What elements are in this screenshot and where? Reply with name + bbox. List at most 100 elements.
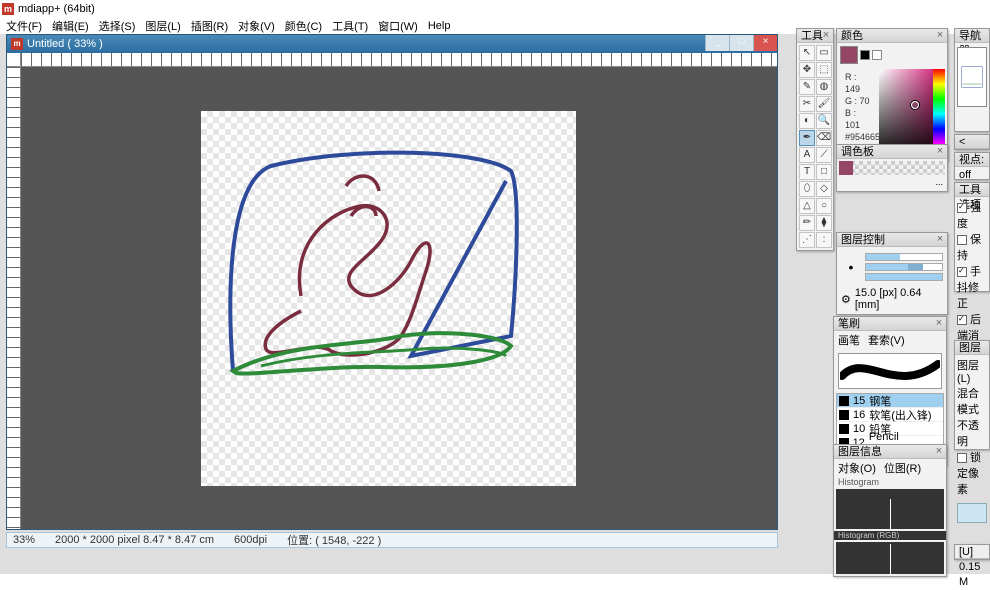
menu-help[interactable]: Help (428, 20, 451, 32)
menu-object[interactable]: 对象(V) (238, 18, 275, 34)
tool-8[interactable]: ◐ (799, 113, 815, 129)
sv-ring[interactable] (911, 101, 919, 109)
brush-size-gear-icon[interactable]: ⚙ (841, 293, 851, 306)
tool-3[interactable]: ⬚ (816, 62, 832, 78)
tool-16[interactable]: ⬯ (799, 181, 815, 197)
window-maximize[interactable]: □ (729, 35, 753, 51)
window-close[interactable]: × (753, 35, 777, 51)
layers2-blend[interactable]: 混合模式 (957, 385, 987, 417)
brushctl-panel[interactable]: < Brush (954, 134, 990, 150)
layerinfo-title: 图层信息 (838, 446, 882, 458)
layers2-title: 图层 (959, 342, 981, 354)
ruler-corner (7, 53, 21, 67)
menu-layer[interactable]: 图层(L) (145, 18, 180, 34)
document-window: m Untitled ( 33% ) _ □ × (6, 34, 778, 530)
color-panel-header[interactable]: 颜色 × (837, 29, 947, 43)
toolopt-panel[interactable]: 工具选项 强度 保持 手抖修正 后端消锯 遮盖保护 (954, 182, 990, 292)
close-icon[interactable]: × (821, 30, 831, 40)
navigator-panel[interactable]: 导航器 (954, 28, 990, 132)
tool-17[interactable]: ◇ (816, 181, 832, 197)
viewopt-panel[interactable]: 视点: off (954, 152, 990, 180)
menu-window[interactable]: 窗口(W) (378, 18, 418, 34)
ruler-vertical[interactable] (7, 67, 21, 529)
slider-3[interactable] (865, 273, 943, 281)
swatch-white[interactable] (872, 50, 882, 60)
color-panel[interactable]: 颜色 × R : 149 G : 70 B : 101 #954665 (836, 28, 948, 162)
close-icon[interactable]: × (935, 234, 945, 244)
tool-9[interactable]: 🔍 (816, 113, 832, 129)
tool-13[interactable]: ⟋ (816, 147, 832, 163)
tool-12[interactable]: A (799, 147, 815, 163)
tools-panel-header[interactable]: 工具 × (797, 29, 833, 43)
color-hex: #954665 (841, 131, 877, 143)
menu-edit[interactable]: 编辑(E) (52, 18, 89, 34)
tool-21[interactable]: ⧫ (816, 215, 832, 231)
tool-1[interactable]: ▭ (816, 45, 832, 61)
app-titlebar: m mdiapp+ (64bit) (0, 0, 990, 18)
close-icon[interactable]: × (935, 146, 945, 156)
tool-23[interactable]: : (816, 232, 832, 248)
palette-strip[interactable] (839, 161, 945, 175)
close-icon[interactable]: × (935, 30, 945, 40)
palette-panel[interactable]: 调色板 × ... (836, 144, 948, 192)
layerinfo-tab-bmp[interactable]: 位图(R) (884, 460, 921, 476)
menu-tools[interactable]: 工具(T) (332, 18, 368, 34)
canvas-viewport[interactable] (21, 67, 777, 529)
tool-19[interactable]: ○ (816, 198, 832, 214)
tool-15[interactable]: □ (816, 164, 832, 180)
nav-header[interactable]: 导航器 (955, 29, 989, 43)
close-icon[interactable]: × (934, 318, 944, 328)
tool-2[interactable]: ✥ (799, 62, 815, 78)
document-titlebar[interactable]: m Untitled ( 33% ) _ □ × (7, 35, 777, 53)
layerinfo-tab-obj[interactable]: 对象(O) (838, 460, 876, 476)
tool-5[interactable]: ◍ (816, 79, 832, 95)
nav-thumbnail[interactable] (957, 47, 987, 107)
layerinfo-panel[interactable]: 图层信息 × 对象(O) 位图(R) Histogram Histogram (… (833, 444, 947, 577)
tool-11[interactable]: ⌫ (816, 130, 832, 146)
close-icon[interactable]: × (934, 446, 944, 456)
opt-keep[interactable]: 保持 (957, 231, 987, 263)
palette-cell-0[interactable] (839, 161, 853, 175)
slider-2[interactable] (865, 263, 943, 271)
tool-22[interactable]: ⋰ (799, 232, 815, 248)
slider-1[interactable] (865, 253, 943, 261)
opt-anti[interactable]: 手抖修正 (957, 263, 987, 311)
palette-panel-header[interactable]: 调色板 × (837, 145, 947, 159)
document-title: Untitled ( 33% ) (27, 38, 103, 50)
layer-control-panel[interactable]: 图层控制 × • ⚙ 15.0 [px] 0.64 [mm] (836, 232, 948, 315)
layerinfo-header[interactable]: 图层信息 × (834, 445, 946, 459)
swatch-black[interactable] (860, 50, 870, 60)
brush-dot: • (839, 259, 863, 275)
tool-4[interactable]: ✎ (799, 79, 815, 95)
layers2-normal[interactable]: 不透明 (957, 417, 987, 449)
menu-illust[interactable]: 插图(R) (191, 18, 228, 34)
tool-0[interactable]: ↖ (799, 45, 815, 61)
layers2-tab[interactable]: 图层(L) (957, 357, 987, 385)
menu-select[interactable]: 选择(S) (99, 18, 136, 34)
tool-6[interactable]: ✂ (799, 96, 815, 112)
layers2-lock[interactable]: 锁定像素 (957, 449, 987, 497)
layer-control-header[interactable]: 图层控制 × (837, 233, 947, 247)
brush-tab-lasso[interactable]: 套索(V) (868, 332, 905, 348)
ruler-horizontal[interactable] (21, 53, 777, 67)
menu-color[interactable]: 颜色(C) (285, 18, 322, 34)
layers2-panel[interactable]: 图层 图层(L) 混合模式 不透明 锁定像素 (954, 340, 990, 450)
tool-20[interactable]: ✏ (799, 215, 815, 231)
menu-file[interactable]: 文件(F) (6, 18, 42, 34)
layer-thumb[interactable] (957, 503, 987, 523)
palette-more[interactable]: ... (837, 177, 947, 187)
tools-panel[interactable]: 工具 × ↖▭✥⬚✎◍✂🖌◐🔍✒⌫A⟋T□⬯◇△○✏⧫⋰: (796, 28, 834, 251)
tool-10[interactable]: ✒ (799, 130, 815, 146)
foreground-swatch[interactable] (840, 46, 858, 64)
color-r: R : 149 (841, 71, 877, 95)
status-zoom: 33% (13, 534, 35, 546)
brush-panel-header[interactable]: 笔刷 × (834, 317, 946, 331)
status-dpi: 600dpi (234, 534, 267, 546)
canvas[interactable] (201, 111, 576, 486)
window-minimize[interactable]: _ (705, 35, 729, 51)
tool-18[interactable]: △ (799, 198, 815, 214)
tool-7[interactable]: 🖌 (816, 96, 832, 112)
tools-grid: ↖▭✥⬚✎◍✂🖌◐🔍✒⌫A⟋T□⬯◇△○✏⧫⋰: (797, 43, 833, 250)
brush-tab-pen[interactable]: 画笔 (838, 332, 860, 348)
tool-14[interactable]: T (799, 164, 815, 180)
